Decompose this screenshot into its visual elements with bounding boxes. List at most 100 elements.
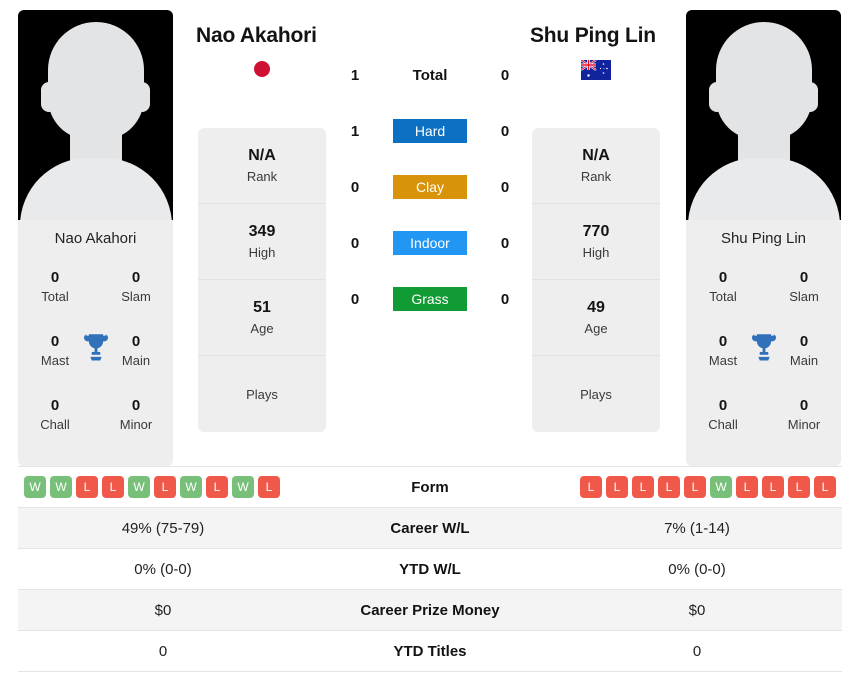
titles-total-value-right: 0 — [718, 269, 728, 286]
player-name-right[interactable]: Shu Ping Lin — [530, 24, 656, 48]
table-row-career-prize-money: $0 Career Prize Money $0 — [18, 590, 842, 631]
titles-minor-right: 0 Minor — [775, 392, 833, 456]
h2h-row-clay: 0 Clay 0 — [340, 173, 520, 201]
form-badge-loss: L — [258, 476, 280, 498]
stat-high-right: 770 High — [532, 204, 660, 280]
stat-high-value-left: 349 — [248, 223, 276, 240]
titles-mast-label-right: Mast — [708, 353, 738, 368]
titles-chall-value-right: 0 — [718, 397, 728, 414]
titles-chall-left: 0 Chall — [26, 392, 84, 456]
form-badge-loss: L — [814, 476, 836, 498]
stat-age-value-right: 49 — [587, 299, 605, 316]
row-label-career-prize-money: Career Prize Money — [360, 601, 500, 619]
avatar-ear-left-icon — [41, 82, 57, 112]
ytd-titles-right: 0 — [692, 642, 702, 660]
form-badge-win: W — [128, 476, 150, 498]
titles-chall-label-right: Chall — [708, 417, 738, 432]
trophy-icon — [751, 334, 776, 361]
table-row-ytd-wl: 0% (0-0) YTD W/L 0% (0-0) — [18, 549, 842, 590]
h2h-left-score-hard: 1 — [350, 122, 360, 140]
titles-minor-label-left: Minor — [119, 417, 153, 432]
form-badge-loss: L — [606, 476, 628, 498]
titles-total-right: 0 Total — [694, 264, 752, 328]
career-prize-money-left: $0 — [154, 601, 172, 619]
career-wl-right: 7% (1-14) — [664, 519, 730, 537]
h2h-left-score-grass: 0 — [350, 290, 360, 308]
player-card-right[interactable]: Shu Ping Lin 0 Total 0 Slam 0 Mast 0 Mai… — [686, 10, 841, 466]
form-badge-loss: L — [102, 476, 124, 498]
form-badge-loss: L — [788, 476, 810, 498]
titles-slam-left: 0 Slam — [107, 264, 165, 328]
player-photo-caption-right: Shu Ping Lin — [686, 220, 841, 258]
stat-plays-left: Plays — [198, 356, 326, 432]
australia-flag-icon — [581, 60, 611, 80]
trophy-icon — [83, 334, 108, 361]
h2h-right-score-indoor: 0 — [500, 234, 510, 252]
stat-rank-label-right: Rank — [580, 169, 612, 184]
row-label-form: Form — [411, 478, 449, 496]
stat-rank-value-right: N/A — [582, 147, 610, 164]
form-badge-win: W — [50, 476, 72, 498]
titles-total-label-right: Total — [709, 289, 737, 304]
stat-plays-label-right: Plays — [580, 386, 612, 402]
stat-rank-label-left: Rank — [246, 169, 278, 184]
titles-total-label-left: Total — [41, 289, 69, 304]
flag-wrapper-right — [530, 60, 662, 80]
titles-slam-label-left: Slam — [121, 289, 151, 304]
h2h-left-score-total: 1 — [350, 66, 360, 84]
surface-badge-hard[interactable]: Hard — [393, 119, 467, 143]
stat-card-right: N/A Rank 770 High 49 Age Plays — [532, 128, 660, 432]
stat-age-left: 51 Age — [198, 280, 326, 356]
titles-main-label-left: Main — [121, 353, 151, 368]
titles-slam-label-right: Slam — [789, 289, 819, 304]
avatar-body-icon — [687, 158, 840, 220]
japan-flag-icon — [254, 60, 270, 77]
h2h-row-indoor: 0 Indoor 0 — [340, 229, 520, 257]
table-row-career-wl: 49% (75-79) Career W/L 7% (1-14) — [18, 508, 842, 549]
titles-grid-left: 0 Total 0 Slam 0 Mast 0 Main 0 Chall 0 M… — [18, 258, 173, 466]
h2h-right-score-hard: 0 — [500, 122, 510, 140]
titles-mast-right: 0 Mast — [694, 328, 752, 392]
avatar-ear-right-icon — [802, 82, 818, 112]
form-badge-win: W — [710, 476, 732, 498]
titles-main-left: 0 Main — [107, 328, 165, 392]
stat-age-label-right: Age — [584, 321, 608, 336]
form-badges-left: WWLLWLWLWL — [18, 476, 308, 498]
titles-mast-value-right: 0 — [718, 333, 728, 350]
row-label-ytd-wl: YTD W/L — [399, 560, 461, 578]
titles-minor-value-left: 0 — [131, 397, 141, 414]
stat-high-label-left: High — [248, 245, 276, 260]
h2h-row-total: 1 Total 0 — [340, 61, 520, 89]
titles-row-3-right: 0 Chall 0 Minor — [686, 392, 841, 456]
player-card-left[interactable]: Nao Akahori 0 Total 0 Slam 0 Mast 0 Main… — [18, 10, 173, 466]
form-badges-right: LLLLLWLLLL — [552, 476, 842, 498]
stat-high-value-right: 770 — [582, 223, 610, 240]
h2h-row-hard: 1 Hard 0 — [340, 117, 520, 145]
titles-mast-value-left: 0 — [50, 333, 60, 350]
titles-main-right: 0 Main — [775, 328, 833, 392]
titles-slam-value-left: 0 — [131, 269, 141, 286]
h2h-left-score-clay: 0 — [350, 178, 360, 196]
h2h-mid-clay: Clay — [376, 175, 484, 199]
form-badge-loss: L — [154, 476, 176, 498]
stat-high-label-right: High — [582, 245, 610, 260]
stat-age-value-left: 51 — [253, 299, 271, 316]
player-name-left[interactable]: Nao Akahori — [196, 24, 317, 48]
stat-card-left: N/A Rank 349 High 51 Age Plays — [198, 128, 326, 432]
stat-high-left: 349 High — [198, 204, 326, 280]
titles-chall-value-left: 0 — [50, 397, 60, 414]
h2h-right-score-clay: 0 — [500, 178, 510, 196]
player-comparison-header: Nao Akahori 0 Total 0 Slam 0 Mast 0 Main… — [0, 0, 859, 466]
h2h-right-score-total: 0 — [500, 66, 510, 84]
surface-badge-clay[interactable]: Clay — [393, 175, 467, 199]
player-photo-right — [686, 10, 841, 220]
surface-badge-grass[interactable]: Grass — [393, 287, 467, 311]
stat-rank-left: N/A Rank — [198, 128, 326, 204]
form-badge-loss: L — [206, 476, 228, 498]
titles-main-value-right: 0 — [799, 333, 809, 350]
form-badge-win: W — [232, 476, 254, 498]
avatar-ear-right-icon — [134, 82, 150, 112]
h2h-row-grass: 0 Grass 0 — [340, 285, 520, 313]
surface-badge-indoor[interactable]: Indoor — [393, 231, 467, 255]
titles-minor-value-right: 0 — [799, 397, 809, 414]
